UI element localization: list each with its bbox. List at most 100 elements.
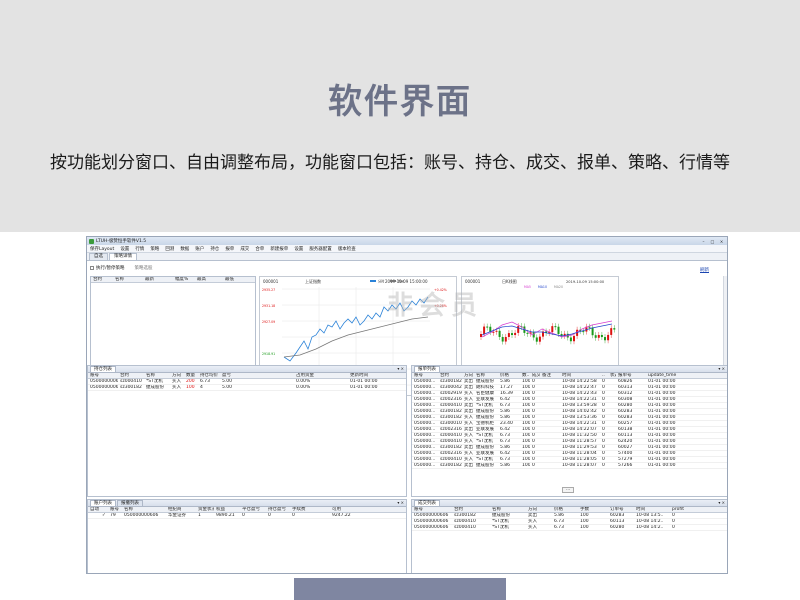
column-header[interactable]: 资金状况 — [196, 507, 214, 512]
column-header[interactable]: 手续费 — [290, 507, 310, 512]
column-header[interactable]: 账号 — [108, 507, 122, 512]
column-header[interactable]: 账号 — [88, 373, 118, 378]
column-header[interactable] — [310, 507, 330, 512]
column-header[interactable]: 权益 — [214, 507, 240, 512]
column-header[interactable]: 可用 — [330, 507, 356, 512]
table-cell: 0 — [672, 519, 675, 524]
column-header[interactable]: 方向 — [462, 373, 474, 378]
maximize-icon[interactable]: □ — [709, 239, 716, 244]
close-icon[interactable]: × — [718, 239, 725, 244]
column-header[interactable]: 合约 — [452, 507, 490, 512]
table-cell: 买入 — [172, 379, 181, 384]
column-header[interactable] — [280, 373, 294, 378]
table-cell — [608, 409, 616, 414]
column-header[interactable]: 占用资金 — [294, 373, 334, 378]
menu-item[interactable]: 数据 — [180, 246, 189, 252]
column-header[interactable]: 账号 — [412, 507, 452, 512]
menu-item[interactable]: 策略 — [150, 246, 159, 252]
column-header[interactable]: 合约 — [91, 277, 113, 282]
column-header[interactable]: 数.. — [520, 373, 530, 378]
column-header[interactable]: 账号 — [412, 373, 438, 378]
table-cell: 6.73 — [554, 519, 565, 524]
column-header[interactable]: 名称 — [474, 373, 498, 378]
minimize-icon[interactable]: – — [700, 239, 707, 244]
candle — [604, 337, 606, 341]
column-header[interactable]: 时间 — [560, 373, 600, 378]
table-cell: 0 — [532, 385, 535, 390]
column-header[interactable]: 名称 — [113, 277, 143, 282]
menu-item[interactable]: 设置 — [120, 246, 129, 252]
column-header[interactable]: 合约 — [438, 373, 462, 378]
table-row[interactable]: 050000000606sz300182 捷成股份 买入 100 4 5.00 0.00% 0… — [88, 385, 406, 391]
menu-item[interactable]: 设置 — [294, 246, 303, 252]
table-row[interactable]: ✓ 79 050000000606 华金证券 1 9890.21 0 0 0 9247.22 — [88, 513, 406, 519]
menu-item[interactable]: 服务器配置 — [309, 246, 332, 252]
menu-item[interactable]: 版本检查 — [338, 246, 356, 252]
tab-accounts[interactable]: 账户列表 — [90, 500, 116, 506]
column-header[interactable]: 时间 — [634, 507, 670, 512]
table-row[interactable]: 050000... sz300182 卖出 捷成股份 5.86 100 0 10-08 11:… — [412, 463, 727, 469]
table-cell: 6.73 — [200, 379, 211, 384]
menu-item[interactable]: 回测 — [165, 246, 174, 252]
column-header[interactable] — [334, 373, 348, 378]
column-header[interactable]: 经纪商 — [166, 507, 196, 512]
column-header[interactable]: 状态 — [608, 373, 616, 378]
column-header[interactable]: 数量 — [184, 373, 198, 378]
panel-close-icon[interactable]: ▾ × — [718, 366, 727, 372]
tab-watchlist[interactable]: 自选 — [89, 253, 108, 260]
column-header[interactable]: 最新 — [143, 277, 173, 282]
strategy-filter-label[interactable]: 策略选股 — [135, 265, 153, 271]
column-header[interactable]: 最高 — [195, 277, 223, 282]
panel-close-icon[interactable]: ▾ × — [397, 366, 406, 372]
table-cell: sz002919 — [440, 391, 462, 396]
column-header[interactable]: 合约 — [118, 373, 144, 378]
menu-item[interactable]: 账户 — [195, 246, 204, 252]
column-header[interactable]: 名称 — [122, 507, 166, 512]
table-cell: 050000... — [414, 391, 436, 396]
column-header[interactable]: 持仓盈亏 — [266, 507, 290, 512]
candle — [504, 336, 507, 342]
column-header[interactable]: 名称 — [144, 373, 170, 378]
panel-close-icon[interactable]: ▾ × — [397, 500, 406, 506]
column-header[interactable]: 最低 — [223, 277, 251, 282]
column-header[interactable]: 价格 — [498, 373, 520, 378]
column-header[interactable]: 成交 — [530, 373, 540, 378]
column-header[interactable]: 方向 — [526, 507, 552, 512]
positions-tab[interactable]: 持仓列表 — [90, 366, 116, 372]
table-cell — [608, 427, 616, 432]
column-header[interactable]: 平仓盈亏 — [240, 507, 266, 512]
menu-item[interactable]: 合单 — [255, 246, 264, 252]
column-header[interactable]: 订单号 — [608, 507, 634, 512]
menu-item[interactable]: 成交 — [240, 246, 249, 252]
table-cell: 买入 — [464, 457, 473, 462]
column-header[interactable]: update_time — [646, 373, 696, 378]
tab-strategy-detail[interactable]: 策略详情 — [109, 253, 137, 260]
tab-cancel-list[interactable]: 报撤列表 — [117, 500, 143, 506]
column-header[interactable]: 手数 — [578, 507, 608, 512]
menu-item[interactable]: 保存Layout — [90, 246, 114, 252]
refresh-link[interactable]: 刷新 — [700, 267, 709, 273]
menu-item[interactable]: 行情 — [135, 246, 144, 252]
column-header[interactable]: 方向 — [170, 373, 184, 378]
column-header[interactable]: 价格 — [552, 507, 578, 512]
menu-item[interactable]: 新建报单 — [270, 246, 288, 252]
column-header[interactable]: profit — [670, 507, 696, 512]
column-header[interactable] — [100, 507, 108, 512]
trades-tab[interactable]: 成交列表 — [414, 500, 440, 506]
orders-pager-button[interactable]: ... — [562, 487, 575, 493]
menu-item[interactable]: 持仓 — [210, 246, 219, 252]
column-header[interactable]: 报单号 — [616, 373, 646, 378]
column-header[interactable]: 自动 — [88, 507, 100, 512]
column-header[interactable]: 更新时间 — [348, 373, 398, 378]
column-header[interactable]: 备注 — [540, 373, 560, 378]
table-row[interactable]: 050000000606 sz000410 *ST沈机 买入 6.73 100 60280 1… — [412, 525, 727, 531]
column-header[interactable]: 盈亏 — [220, 373, 280, 378]
column-header[interactable]: 持仓均价 — [198, 373, 220, 378]
run-strategy-checkbox[interactable]: 执行/暂停策略 — [90, 265, 125, 271]
column-header[interactable]: .. — [600, 373, 608, 378]
menu-item[interactable]: 报单 — [225, 246, 234, 252]
column-header[interactable]: 名称 — [490, 507, 526, 512]
panel-close-icon[interactable]: ▾ × — [718, 500, 727, 506]
column-header[interactable]: 幅度% — [173, 277, 195, 282]
orders-tab[interactable]: 报单列表 — [414, 366, 440, 372]
